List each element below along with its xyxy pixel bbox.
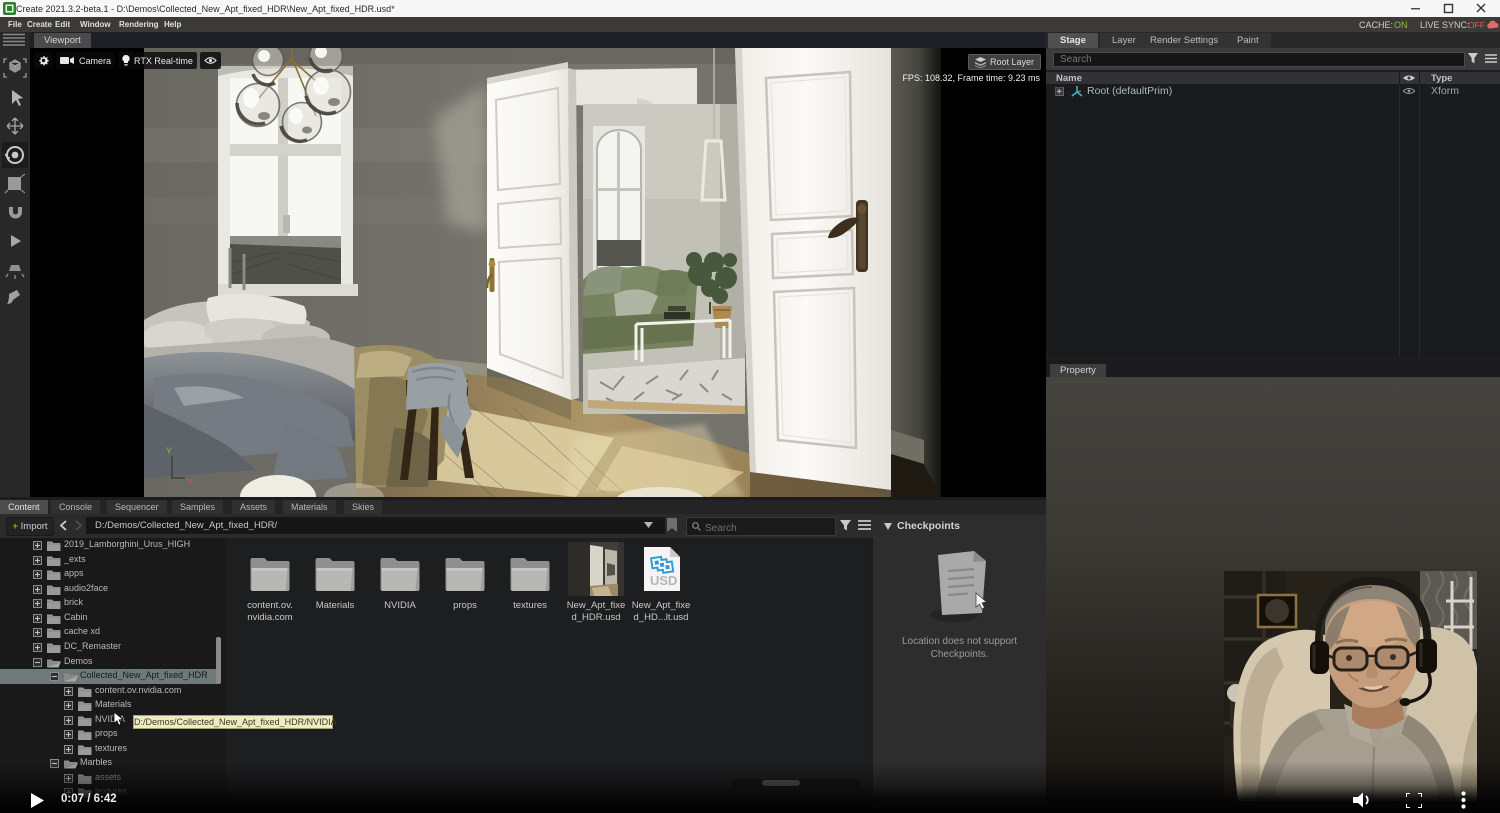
svg-text:USD: USD xyxy=(650,573,677,588)
svg-text:X: X xyxy=(187,477,193,487)
svg-text:Y: Y xyxy=(166,446,172,456)
